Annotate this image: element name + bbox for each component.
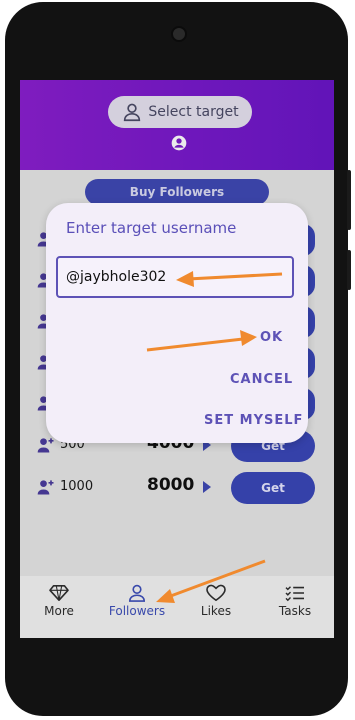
annotation-arrow-followers [156, 559, 266, 603]
annotation-arrow-input [176, 271, 283, 287]
annotation-arrow-ok [146, 330, 257, 352]
annotation-overlay [146, 271, 283, 603]
